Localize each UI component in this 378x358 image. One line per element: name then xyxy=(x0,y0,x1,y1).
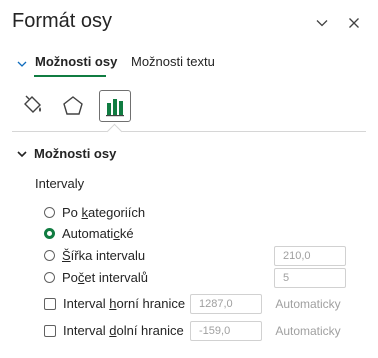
upper-bound-auto-button[interactable]: Automaticky xyxy=(266,294,350,314)
intervals-label: Intervaly xyxy=(35,176,85,191)
radio-label: Automatické xyxy=(62,226,134,241)
radio-button[interactable] xyxy=(44,272,55,283)
chevron-down-icon xyxy=(316,20,328,27)
checkbox-lower-bound[interactable]: Interval dolní hranice xyxy=(44,323,184,338)
checkbox[interactable] xyxy=(44,324,56,337)
chevron-down-icon xyxy=(17,150,27,157)
close-pane-button[interactable] xyxy=(343,12,365,34)
chevron-down-icon xyxy=(17,61,27,67)
active-tab-indicator xyxy=(34,75,106,77)
checkbox[interactable] xyxy=(44,297,56,310)
radio-automatic[interactable]: Automatické xyxy=(44,226,134,241)
interval-count-input[interactable]: 5 xyxy=(274,268,346,288)
pane-title: Formát osy xyxy=(12,10,113,32)
radio-interval-width[interactable]: Šířka intervalu xyxy=(44,248,145,263)
paint-bucket-icon xyxy=(24,95,41,113)
checkbox-label: Interval dolní hranice xyxy=(63,323,184,338)
collapse-pane-button[interactable] xyxy=(311,12,333,34)
close-icon xyxy=(349,18,359,28)
radio-label: Šířka intervalu xyxy=(62,248,146,263)
tab-bar: Možnosti osy Možnosti textu xyxy=(0,48,378,78)
interval-width-input[interactable]: 210,0 xyxy=(274,246,346,266)
lower-bound-input[interactable]: -159,0 xyxy=(190,321,262,341)
radio-by-categories[interactable]: Po kategoriích xyxy=(44,205,145,220)
section-axis-options-header[interactable]: Možnosti osy xyxy=(16,146,116,161)
pentagon-icon xyxy=(63,96,83,115)
lower-bound-auto-button[interactable]: Automaticky xyxy=(266,321,350,341)
radio-button[interactable] xyxy=(44,250,55,261)
bar-chart-icon xyxy=(106,99,124,117)
effects-tab[interactable] xyxy=(57,90,89,122)
upper-bound-input[interactable]: 1287,0 xyxy=(190,294,262,314)
radio-label: Po kategoriích xyxy=(62,205,146,220)
radio-button-checked[interactable] xyxy=(44,228,55,239)
axis-options-tab[interactable] xyxy=(99,90,131,122)
radio-label: Počet intervalů xyxy=(62,270,148,285)
fill-line-tab[interactable] xyxy=(16,90,48,122)
tab-text-options[interactable]: Možnosti textu xyxy=(131,54,215,69)
section-title: Možnosti osy xyxy=(34,146,117,161)
selected-tab-pointer xyxy=(106,123,123,140)
radio-interval-count[interactable]: Počet intervalů xyxy=(44,270,148,285)
divider xyxy=(12,131,366,132)
tab-axis-options[interactable]: Možnosti osy xyxy=(35,54,117,69)
checkbox-label: Interval horní hranice xyxy=(63,296,186,311)
checkbox-upper-bound[interactable]: Interval horní hranice xyxy=(44,296,185,311)
radio-button[interactable] xyxy=(44,207,55,218)
